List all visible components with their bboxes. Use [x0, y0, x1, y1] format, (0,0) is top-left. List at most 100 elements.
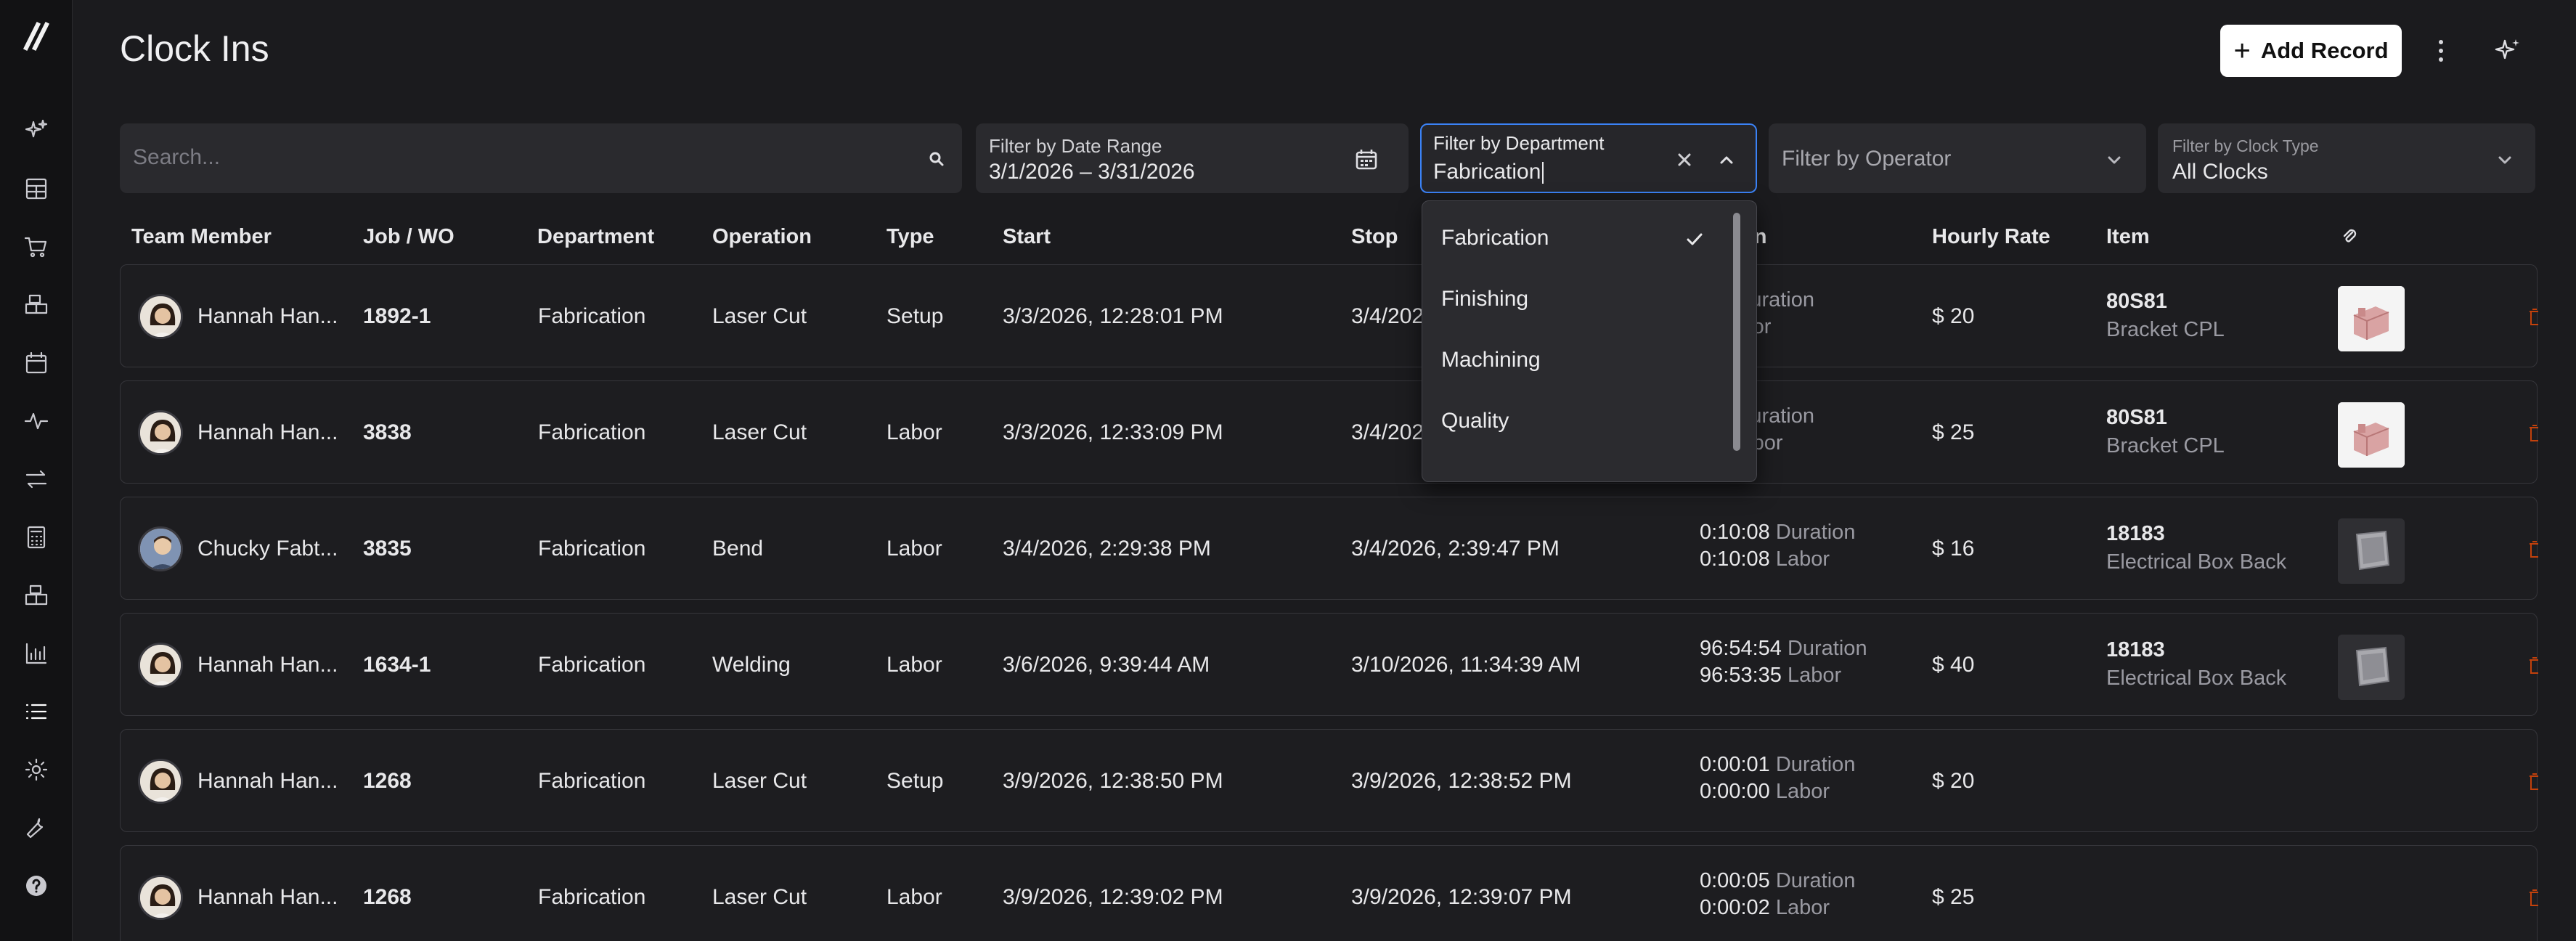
activity-nav-icon[interactable]	[20, 405, 52, 437]
clock-type-value: All Clocks	[2172, 160, 2268, 184]
add-record-label: Add Record	[2260, 38, 2389, 63]
delete-icon[interactable]	[2528, 888, 2538, 907]
item-cell[interactable]: 18183 Electrical Box Back	[2106, 522, 2286, 574]
start-cell: 3/9/2026, 12:38:50 PM	[1003, 769, 1223, 793]
item-cell[interactable]: 80S81 Bracket CPL	[2106, 290, 2225, 342]
search-icon[interactable]	[927, 150, 946, 168]
help-nav-icon[interactable]	[20, 870, 52, 902]
clear-icon[interactable]	[1674, 150, 1695, 170]
table-row[interactable]: Hannah Han... 3838 Fabrication Laser Cut Lab…	[120, 380, 2538, 484]
inventory-nav-icon[interactable]	[20, 289, 52, 321]
chevron-down-icon[interactable]	[2495, 150, 2515, 170]
header-hourly-rate[interactable]: Hourly Rate	[1932, 225, 2050, 249]
table-row[interactable]: Chucky Fabt... 3835 Fabrication Bend Labor 3/…	[120, 497, 2538, 600]
item-thumbnail[interactable]	[2338, 402, 2405, 468]
cart-nav-icon[interactable]	[20, 231, 52, 263]
header-stop[interactable]: Stop	[1351, 225, 1398, 249]
boxes-nav-icon[interactable]	[20, 579, 52, 611]
reports-nav-icon[interactable]	[20, 637, 52, 669]
stop-cell: 3/4/202	[1351, 304, 1424, 328]
calculator-nav-icon[interactable]	[20, 521, 52, 553]
logo-icon[interactable]	[19, 19, 54, 54]
calendar-nav-icon[interactable]	[20, 347, 52, 379]
job-number[interactable]: 1892-1	[363, 304, 431, 329]
item-thumbnail[interactable]	[2338, 635, 2405, 700]
more-options-icon[interactable]	[2426, 33, 2455, 68]
dropdown-option[interactable]: Fabrication	[1441, 226, 1549, 250]
department-filter[interactable]: Filter by Department Fabrication	[1420, 123, 1757, 193]
calendar-icon[interactable]	[1353, 147, 1379, 173]
duration-cell: 0:00:01 Duration 0:00:00 Labor	[1700, 753, 1856, 803]
header-item[interactable]: Item	[2106, 225, 2150, 249]
page-title: Clock Ins	[120, 28, 269, 69]
job-number[interactable]: 3838	[363, 420, 412, 445]
add-record-button[interactable]: + Add Record	[2220, 25, 2402, 77]
wrench-nav-icon[interactable]	[20, 812, 52, 844]
avatar	[138, 875, 183, 920]
department-cell: Fabrication	[538, 885, 646, 909]
transfer-nav-icon[interactable]	[20, 463, 52, 495]
start-cell: 3/3/2026, 12:33:09 PM	[1003, 420, 1223, 444]
header-department[interactable]: Department	[537, 225, 654, 249]
team-member-name[interactable]: Hannah Han...	[197, 885, 338, 910]
header-job[interactable]: Job / WO	[363, 225, 455, 249]
search-placeholder: Search...	[133, 145, 221, 169]
header-type[interactable]: Type	[886, 225, 934, 249]
header-team-member[interactable]: Team Member	[131, 225, 272, 249]
dropdown-option[interactable]: Quality	[1441, 409, 1509, 433]
job-number[interactable]: 1634-1	[363, 653, 431, 677]
department-filter-value[interactable]: Fabrication	[1433, 160, 1544, 184]
item-thumbnail[interactable]	[2338, 518, 2405, 584]
check-icon	[1687, 233, 1703, 245]
job-number[interactable]: 3835	[363, 537, 412, 561]
avatar	[138, 294, 183, 339]
item-cell[interactable]: 18183 Electrical Box Back	[2106, 638, 2286, 691]
team-member-name[interactable]: Chucky Fabt...	[197, 537, 338, 561]
team-member-name[interactable]: Hannah Han...	[197, 653, 338, 677]
operator-filter[interactable]: Filter by Operator	[1769, 123, 2146, 193]
hourly-rate-cell: $ 16	[1932, 537, 1975, 561]
hourly-rate-cell: $ 25	[1932, 885, 1975, 909]
delete-icon[interactable]	[2528, 772, 2538, 791]
dropdown-option[interactable]: Machining	[1441, 348, 1541, 372]
team-member-name[interactable]: Hannah Han...	[197, 304, 338, 329]
stop-cell: 3/9/2026, 12:38:52 PM	[1351, 769, 1572, 793]
start-cell: 3/3/2026, 12:28:01 PM	[1003, 304, 1223, 328]
team-member-name[interactable]: Hannah Han...	[197, 420, 338, 445]
table-row[interactable]: Hannah Han... 1634-1 Fabrication Welding Lab…	[120, 613, 2538, 716]
header-start[interactable]: Start	[1003, 225, 1051, 249]
item-cell[interactable]: 80S81 Bracket CPL	[2106, 406, 2225, 458]
settings-nav-icon[interactable]	[20, 754, 52, 786]
avatar	[138, 410, 183, 455]
chevron-up-icon[interactable]	[1716, 150, 1737, 170]
dropdown-scrollbar[interactable]	[1730, 208, 1745, 470]
chevron-down-icon[interactable]	[2104, 150, 2124, 170]
item-thumbnail[interactable]	[2338, 286, 2405, 351]
list-nav-icon[interactable]	[20, 696, 52, 728]
job-number[interactable]: 1268	[363, 769, 412, 794]
dashboard-nav-icon[interactable]	[20, 173, 52, 205]
job-number[interactable]: 1268	[363, 885, 412, 910]
delete-icon[interactable]	[2528, 539, 2538, 558]
table-row[interactable]: Hannah Han... 1268 Fabrication Laser Cut Set…	[120, 729, 2538, 832]
department-filter-label: Filter by Department	[1433, 132, 1605, 154]
team-member-name[interactable]: Hannah Han...	[197, 769, 338, 794]
avatar	[138, 759, 183, 804]
table-row[interactable]: Hannah Han... 1892-1 Fabrication Laser Cut S…	[120, 264, 2538, 367]
ai-sparkle-icon[interactable]	[2492, 35, 2524, 67]
table-row[interactable]: Hannah Han... 1268 Fabrication Laser Cut Lab…	[120, 845, 2538, 941]
delete-icon[interactable]	[2528, 423, 2538, 442]
type-cell: Labor	[886, 885, 942, 909]
search-input[interactable]: Search...	[120, 123, 962, 193]
avatar	[138, 643, 183, 688]
dropdown-option[interactable]: Finishing	[1441, 287, 1528, 311]
header-operation[interactable]: Operation	[712, 225, 812, 249]
stop-cell: 3/4/2026, 2:39:47 PM	[1351, 537, 1560, 561]
sparkle-nav-icon[interactable]	[20, 115, 52, 147]
delete-icon[interactable]	[2528, 656, 2538, 675]
date-range-label: Filter by Date Range	[989, 135, 1162, 157]
date-range-filter[interactable]: Filter by Date Range 3/1/2026 – 3/31/202…	[976, 123, 1409, 193]
delete-icon[interactable]	[2528, 307, 2538, 326]
date-range-value: 3/1/2026 – 3/31/2026	[989, 160, 1195, 184]
clock-type-filter[interactable]: Filter by Clock Type All Clocks	[2158, 123, 2535, 193]
